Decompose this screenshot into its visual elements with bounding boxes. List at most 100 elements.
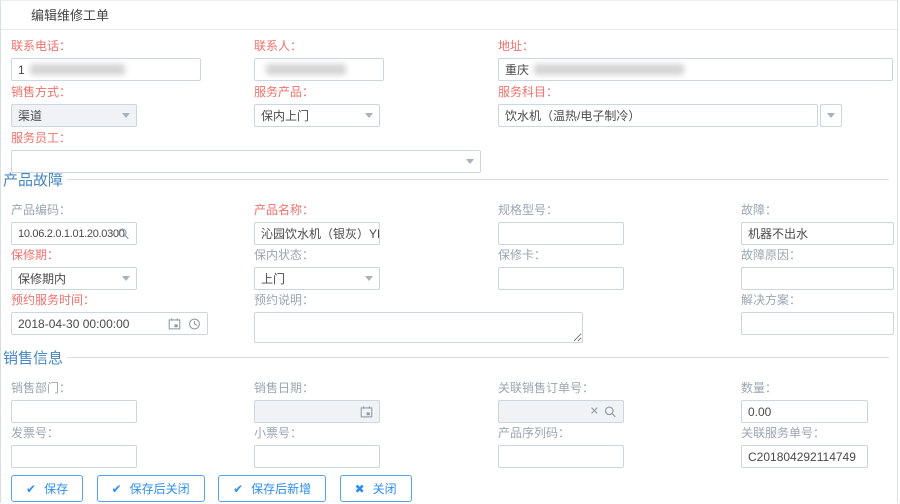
save-and-close-button[interactable]: ✔ 保存后关闭 xyxy=(97,475,205,502)
invoice-no-field: 发票号： xyxy=(11,417,137,468)
fault-reason-field: 故障原因： xyxy=(741,239,894,290)
chevron-down-icon xyxy=(827,113,835,118)
fault-label: 故障： xyxy=(741,201,894,218)
page-title: 编辑维修工单 xyxy=(1,1,897,30)
edit-repair-workorder-panel: 编辑维修工单 联系电话： 1 联系人： 地址： 重庆 xyxy=(0,0,898,503)
quantity-field: 数量： 0.00 xyxy=(741,372,868,423)
chevron-down-icon xyxy=(122,113,130,118)
quantity-label: 数量： xyxy=(741,379,868,396)
chevron-down-icon xyxy=(365,113,373,118)
product-serial-input[interactable] xyxy=(498,445,624,468)
product-code-label: 产品编码： xyxy=(11,201,137,218)
warranty-status-field: 保内状态： 上门 xyxy=(254,239,380,290)
sales-dept-field: 销售部门： xyxy=(11,372,137,423)
related-service-no-value: C201804292114749 xyxy=(748,450,856,464)
form-row: 发票号： 小票号： 产品序列码： 关联服务单号： C20180429211474… xyxy=(1,417,897,462)
product-serial-label: 产品序列码： xyxy=(498,424,624,441)
section-divider xyxy=(67,179,889,180)
section-title: 销售信息 xyxy=(3,347,63,368)
warranty-card-field: 保修卡： xyxy=(498,239,624,290)
redacted-phone-value xyxy=(30,64,125,75)
related-sales-order-field: 关联销售订单号： ✕ xyxy=(498,372,624,423)
close-button[interactable]: ✖ 关闭 xyxy=(340,475,412,502)
related-service-no-label: 关联服务单号： xyxy=(741,424,868,441)
redacted-contact-value xyxy=(266,64,346,75)
sales-dept-label: 销售部门： xyxy=(11,379,137,396)
close-icon: ✖ xyxy=(355,483,365,495)
appointment-time-field: 预约服务时间： 2018-04-30 00:00:00 xyxy=(11,284,208,335)
product-serial-field: 产品序列码： xyxy=(498,417,624,468)
spec-model-field: 规格型号： xyxy=(498,194,624,245)
address-field: 地址： 重庆 xyxy=(498,30,893,81)
form-row: 联系电话： 1 联系人： 地址： 重庆 xyxy=(1,30,897,76)
section-divider xyxy=(67,357,889,358)
solution-input[interactable] xyxy=(741,312,894,335)
sales-date-label: 销售日期： xyxy=(254,379,380,396)
save-and-close-button-label: 保存后关闭 xyxy=(130,480,190,497)
product-code-field: 产品编码： 10.06.2.0.1.01.20.0300 xyxy=(11,194,137,245)
related-service-no-input[interactable]: C201804292114749 xyxy=(741,445,868,468)
warranty-period-label: 保修期： xyxy=(11,246,137,263)
check-icon: ✔ xyxy=(26,483,36,495)
warranty-status-label: 保内状态： xyxy=(254,246,380,263)
save-and-new-button[interactable]: ✔ 保存后新增 xyxy=(218,475,326,502)
service-subject-field: 服务科目： 饮水机（温热/电子制冷） xyxy=(498,76,842,127)
save-button[interactable]: ✔ 保存 xyxy=(11,475,83,502)
service-product-field: 服务产品： 保内上门 xyxy=(254,76,380,127)
receipt-no-label: 小票号： xyxy=(254,424,380,441)
warranty-period-field: 保修期： 保修期内 xyxy=(11,239,137,290)
solution-field: 解决方案： xyxy=(741,284,894,335)
close-button-label: 关闭 xyxy=(373,480,397,497)
phone-label: 联系电话： xyxy=(11,37,201,54)
fault-reason-label: 故障原因： xyxy=(741,246,894,263)
appointment-note-field: 预约说明： xyxy=(254,284,583,348)
calendar-icon[interactable] xyxy=(168,317,181,330)
service-staff-select[interactable] xyxy=(11,150,481,173)
phone-value: 1 xyxy=(18,63,25,77)
related-service-no-field: 关联服务单号： C201804292114749 xyxy=(741,417,868,468)
invoice-no-label: 发票号： xyxy=(11,424,137,441)
address-label: 地址： xyxy=(498,37,893,54)
service-staff-label: 服务员工： xyxy=(11,129,481,146)
product-name-label: 产品名称： xyxy=(254,201,380,218)
service-subject-label: 服务科目： xyxy=(498,83,842,100)
form-row: 保修期： 保修期内 保内状态： 上门 保修卡： 故障原因： xyxy=(1,239,897,284)
warranty-card-label: 保修卡： xyxy=(498,246,624,263)
chevron-down-icon xyxy=(122,276,130,281)
form-row: 销售方式： 渠道 服务产品： 保内上门 服务科目： 饮水机（温热/电子制冷） xyxy=(1,76,897,122)
save-and-new-button-label: 保存后新增 xyxy=(251,480,311,497)
appointment-time-label: 预约服务时间： xyxy=(11,291,208,308)
chevron-down-icon xyxy=(466,159,474,164)
solution-label: 解决方案： xyxy=(741,291,894,308)
related-sales-order-label: 关联销售订单号： xyxy=(498,379,624,396)
sales-date-field: 销售日期： xyxy=(254,372,380,423)
button-row: ✔ 保存 ✔ 保存后关闭 ✔ 保存后新增 ✖ 关闭 xyxy=(1,462,897,502)
workorder-form: 联系电话： 1 联系人： 地址： 重庆 xyxy=(1,30,897,502)
service-product-label: 服务产品： xyxy=(254,83,380,100)
clear-icon[interactable]: ✕ xyxy=(590,406,599,417)
spec-model-label: 规格型号： xyxy=(498,201,624,218)
invoice-no-input[interactable] xyxy=(11,445,137,468)
form-row: 预约服务时间： 2018-04-30 00:00:00 预约说明： 解决方案： xyxy=(1,284,897,342)
appointment-note-textarea[interactable] xyxy=(254,312,583,343)
appointment-time-value: 2018-04-30 00:00:00 xyxy=(18,317,129,331)
contact-label: 联系人： xyxy=(254,37,384,54)
sales-method-label: 销售方式： xyxy=(11,83,137,100)
product-name-field: 产品名称： 沁园饮水机（银灰）YLR1 xyxy=(254,194,380,245)
service-staff-field: 服务员工： xyxy=(11,122,481,173)
clock-icon[interactable] xyxy=(188,317,201,330)
phone-field: 联系电话： 1 xyxy=(11,30,201,81)
form-row: 服务员工： xyxy=(1,122,897,164)
form-row: 销售部门： 销售日期： 关联销售订单号： ✕ xyxy=(1,372,897,417)
fault-field: 故障： 机器不出水 xyxy=(741,194,894,245)
contact-field: 联系人： xyxy=(254,30,384,81)
form-row: 产品编码： 10.06.2.0.1.01.20.0300 产品名称： 沁园饮水机… xyxy=(1,194,897,239)
redacted-address-value xyxy=(534,64,684,75)
product-code-value: 10.06.2.0.1.01.20.0300 xyxy=(18,228,125,240)
appointment-time-input[interactable]: 2018-04-30 00:00:00 xyxy=(11,312,208,335)
receipt-no-field: 小票号： xyxy=(254,417,380,468)
check-icon: ✔ xyxy=(112,483,122,495)
chevron-down-icon xyxy=(365,276,373,281)
receipt-no-input[interactable] xyxy=(254,445,380,468)
check-icon: ✔ xyxy=(233,483,243,495)
